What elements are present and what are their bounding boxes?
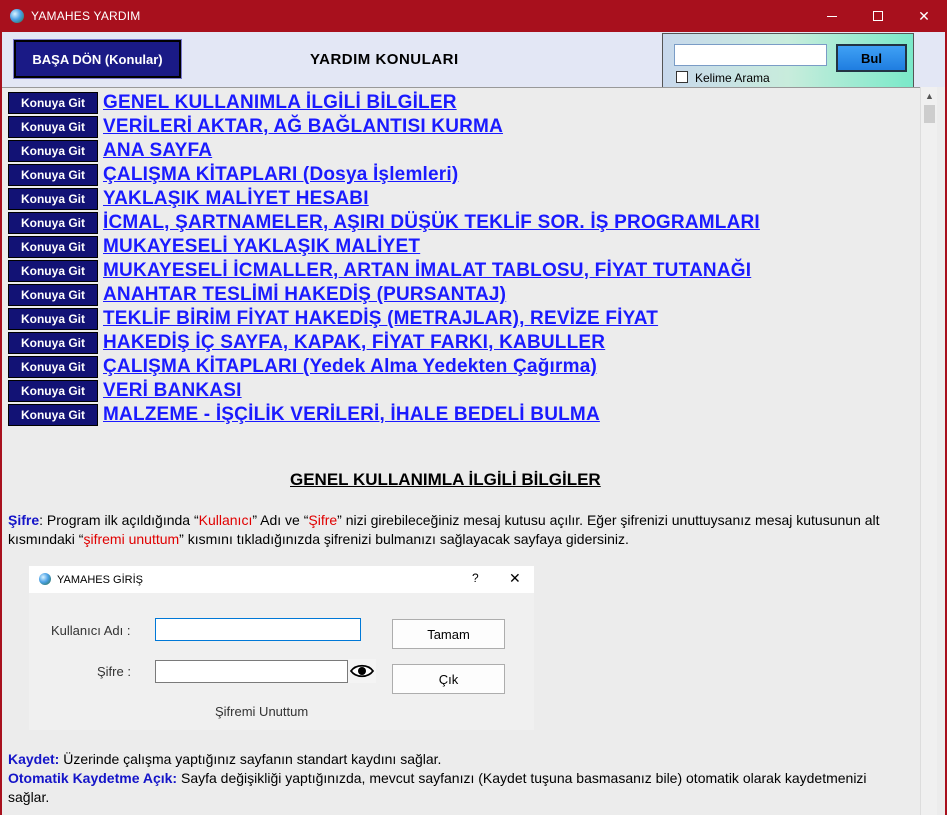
title-bar: YAMAHES YARDIM ✕ <box>0 0 947 32</box>
topic-link[interactable]: ANA SAYFA <box>103 140 212 162</box>
login-dialog-title: YAMAHES GİRİŞ <box>57 574 143 586</box>
go-to-topic-button[interactable]: Konuya Git <box>8 116 98 138</box>
maximize-button[interactable] <box>855 0 901 32</box>
scroll-up-icon[interactable]: ▲ <box>921 87 938 104</box>
minimize-icon <box>827 15 837 17</box>
forgot-password-link: Şifremi Unuttum <box>215 704 309 719</box>
login-dialog-image: YAMAHES GİRİŞ ? ✕ Kullanıcı Adı : Şifre … <box>29 566 534 730</box>
password-field <box>155 660 348 683</box>
topic-link[interactable]: MUKAYESELİ İCMALLER, ARTAN İMALAT TABLOS… <box>103 260 751 282</box>
help-content: Konuya Git GENEL KULLANIMLA İLGİLİ BİLGİL… <box>2 87 920 815</box>
exit-button: Çık <box>392 664 505 694</box>
keyword-kaydet: Kaydet: <box>8 751 60 767</box>
keyword-sifre: Şifre <box>8 512 40 528</box>
minimize-button[interactable] <box>809 0 855 32</box>
topic-link[interactable]: ÇALIŞMA KİTAPLARI (Yedek Alma Yedekten Ç… <box>103 356 597 378</box>
close-icon: ✕ <box>509 570 521 586</box>
go-to-topic-button[interactable]: Konuya Git <box>8 332 98 354</box>
window-title: YAMAHES YARDIM <box>31 9 141 23</box>
eye-icon <box>348 659 376 683</box>
go-to-topic-button[interactable]: Konuya Git <box>8 212 98 234</box>
topic-link[interactable]: TEKLİF BİRİM FİYAT HAKEDİŞ (METRAJLAR), … <box>103 308 658 330</box>
username-label: Kullanıcı Adı : <box>51 623 131 638</box>
go-to-topic-button[interactable]: Konuya Git <box>8 140 98 162</box>
topic-link[interactable]: YAKLAŞIK MALİYET HESABI <box>103 188 369 210</box>
go-to-topic-button[interactable]: Konuya Git <box>8 260 98 282</box>
back-to-topics-button[interactable]: BAŞA DÖN (Konular) <box>13 39 182 79</box>
scroll-thumb[interactable] <box>924 105 935 123</box>
close-button[interactable]: ✕ <box>901 0 947 32</box>
go-to-topic-button[interactable]: Konuya Git <box>8 284 98 306</box>
username-field <box>155 618 361 641</box>
kaydet-paragraph: Kaydet: Üzerinde çalışma yaptığınız sayf… <box>8 751 442 767</box>
topic-link[interactable]: VERİ BANKASI <box>103 380 242 402</box>
topic-link[interactable]: ÇALIŞMA KİTAPLARI (Dosya İşlemleri) <box>103 164 458 186</box>
go-to-topic-button[interactable]: Konuya Git <box>8 188 98 210</box>
go-to-topic-button[interactable]: Konuya Git <box>8 404 98 426</box>
keyword-otomatik-kaydetme: Otomatik Kaydetme Açık: <box>8 770 178 786</box>
topic-link[interactable]: MALZEME - İŞÇİLİK VERİLERİ, İHALE BEDELİ… <box>103 404 600 426</box>
topic-link[interactable]: HAKEDİŞ İÇ SAYFA, KAPAK, FİYAT FARKI, KA… <box>103 332 605 354</box>
globe-icon <box>39 573 51 585</box>
term-sifre: Şifre <box>308 512 338 528</box>
go-to-topic-button[interactable]: Konuya Git <box>8 380 98 402</box>
sifre-paragraph: Şifre: Program ilk açıldığında “Kullanıc… <box>8 512 880 547</box>
topic-link[interactable]: MUKAYESELİ YAKLAŞIK MALİYET <box>103 236 420 258</box>
search-input[interactable] <box>674 44 827 66</box>
help-topics-title: YARDIM KONULARI <box>310 51 459 68</box>
close-icon: ✕ <box>918 7 930 24</box>
globe-icon <box>10 9 24 23</box>
word-search-checkbox[interactable] <box>676 71 688 83</box>
go-to-topic-button[interactable]: Konuya Git <box>8 356 98 378</box>
topic-link[interactable]: İCMAL, ŞARTNAMELER, AŞIRI DÜŞÜK TEKLİF S… <box>103 212 760 234</box>
topic-link[interactable]: VERİLERİ AKTAR, AĞ BAĞLANTISI KURMA <box>103 116 503 138</box>
otomatik-paragraph: Otomatik Kaydetme Açık: Sayfa değişikliğ… <box>8 770 867 805</box>
ok-button: Tamam <box>392 619 505 649</box>
help-icon: ? <box>472 571 479 585</box>
go-to-topic-button[interactable]: Konuya Git <box>8 236 98 258</box>
term-sifremi-unuttum: şifremi unuttum <box>83 531 180 547</box>
topic-link[interactable]: ANAHTAR TESLİMİ HAKEDİŞ (PURSANTAJ) <box>103 284 506 306</box>
section-heading: GENEL KULLANIMLA İLGİLİ BİLGİLER <box>290 470 601 489</box>
go-to-topic-button[interactable]: Konuya Git <box>8 92 98 114</box>
maximize-icon <box>873 11 883 21</box>
password-label: Şifre : <box>97 664 131 679</box>
find-button[interactable]: Bul <box>836 44 907 72</box>
word-search-label: Kelime Arama <box>695 71 770 85</box>
login-dialog-titlebar: YAMAHES GİRİŞ ? ✕ <box>29 566 534 593</box>
go-to-topic-button[interactable]: Konuya Git <box>8 308 98 330</box>
topic-link[interactable]: GENEL KULLANIMLA İLGİLİ BİLGİLER <box>103 92 457 114</box>
vertical-scrollbar[interactable]: ▲ <box>920 87 937 815</box>
go-to-topic-button[interactable]: Konuya Git <box>8 164 98 186</box>
term-kullanici: Kullanıcı <box>198 512 253 528</box>
